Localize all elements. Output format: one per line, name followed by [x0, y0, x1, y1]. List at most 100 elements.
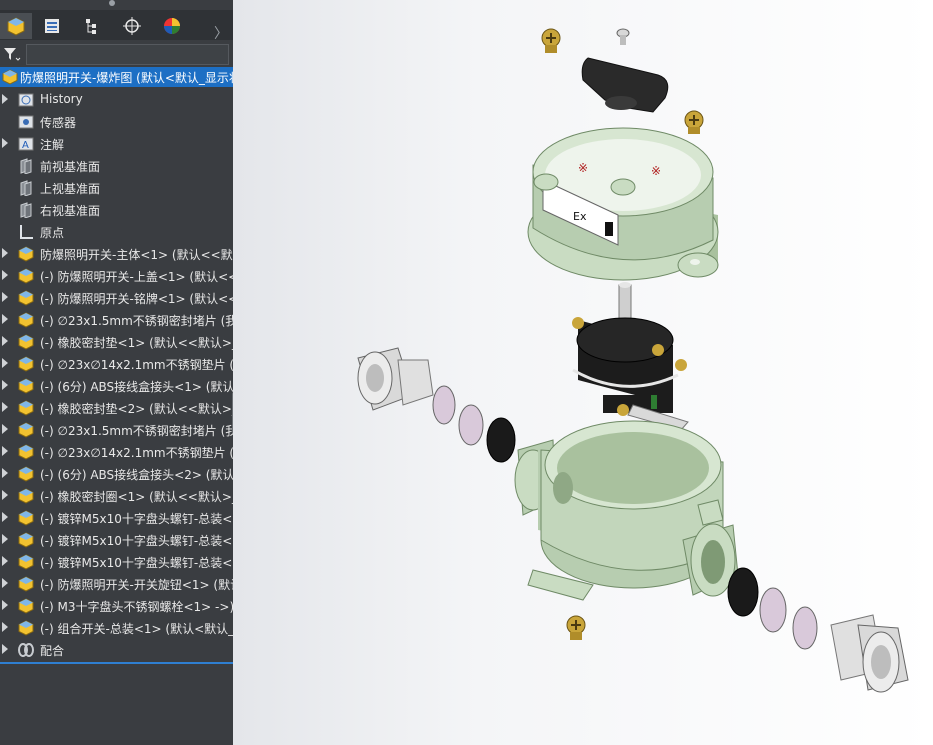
tree-item[interactable]: (-) ∅23x1.5mm不锈钢密封堵片 (我: [0, 419, 233, 441]
tree-item-label: (-) 镀锌M5x10十字盘头螺钉-总装<: [40, 534, 233, 548]
tree-item[interactable]: (-) ∅23x1.5mm不锈钢密封堵片 (我: [0, 309, 233, 331]
expand-arrow-icon[interactable]: [2, 314, 8, 324]
seal-plug-left[interactable]: [486, 417, 516, 463]
tree-item[interactable]: History: [0, 89, 233, 111]
tree-item-label: (-) 橡胶密封圈<1> (默认<<默认>_: [40, 490, 233, 504]
expand-arrow-icon[interactable]: [2, 600, 8, 610]
expand-arrow-icon[interactable]: [2, 578, 8, 588]
expand-arrow-icon[interactable]: [2, 138, 8, 148]
feature-manager-panel: 〉 防爆照明开关-爆炸图 (默认<默认_显示状 History 传感器 A 注解 前视基…: [0, 0, 233, 745]
tree-item[interactable]: (-) 橡胶密封垫<2> (默认<<默认>_: [0, 397, 233, 419]
tree-item[interactable]: (-) 镀锌M5x10十字盘头螺钉-总装<: [0, 551, 233, 573]
display-manager-icon: [164, 18, 180, 34]
expand-arrow-icon[interactable]: [2, 270, 8, 280]
tree-item[interactable]: (-) 镀锌M5x10十字盘头螺钉-总装<: [0, 507, 233, 529]
nameplate-mark: Ex: [573, 210, 587, 223]
screw-bottom[interactable]: [566, 615, 586, 640]
steel-washer-right[interactable]: [759, 587, 787, 633]
tree-item[interactable]: (-) 组合开关-总装<1> (默认<默认_: [0, 617, 233, 639]
display-manager-tab[interactable]: [156, 13, 188, 39]
switch-assembly[interactable]: [572, 282, 689, 431]
expand-arrow-icon[interactable]: [2, 556, 8, 566]
tree-item[interactable]: (-) ∅23x∅14x2.1mm不锈钢垫片 (: [0, 441, 233, 463]
tree-item[interactable]: 传感器: [0, 111, 233, 133]
graphics-viewport[interactable]: ※ ※ Ex: [233, 0, 933, 745]
configuration-manager-tab[interactable]: [76, 13, 108, 39]
part-icon: [18, 246, 35, 262]
tree-item[interactable]: 前视基准面: [0, 155, 233, 177]
tree-item-label: (-) (6分) ABS接线盒接头<1> (默认: [40, 380, 233, 394]
screw-top-left[interactable]: [541, 28, 561, 53]
tree-item[interactable]: 右视基准面: [0, 199, 233, 221]
switch-body[interactable]: [514, 420, 739, 601]
tree-item-label: 传感器: [40, 116, 77, 130]
more-tabs-chevron-icon[interactable]: 〉: [214, 23, 228, 43]
manager-tabs: 〉: [0, 10, 233, 43]
feature-manager-tab[interactable]: [0, 13, 32, 39]
annotation-icon: A: [18, 136, 35, 152]
tree-item[interactable]: (-) 橡胶密封垫<1> (默认<<默认>_: [0, 331, 233, 353]
tree-item-label: (-) 镀锌M5x10十字盘头螺钉-总装<: [40, 512, 233, 526]
property-manager-tab[interactable]: [36, 13, 68, 39]
abs-connector-right[interactable]: [830, 614, 909, 693]
tree-item[interactable]: (-) 橡胶密封圈<1> (默认<<默认>_: [0, 485, 233, 507]
part-icon: [18, 312, 35, 328]
upper-cover[interactable]: ※ ※ Ex: [527, 127, 719, 281]
switch-knob[interactable]: [581, 57, 669, 113]
tree-item[interactable]: (-) ∅23x∅14x2.1mm不锈钢垫片 (: [0, 353, 233, 375]
mates-icon: [18, 642, 35, 658]
part-icon: [18, 356, 35, 372]
tree-bottom-divider: [0, 662, 233, 664]
part-icon: [18, 554, 35, 570]
panel-grip[interactable]: [109, 0, 115, 6]
expand-arrow-icon[interactable]: [2, 490, 8, 500]
exploded-view-model[interactable]: ※ ※ Ex: [233, 0, 933, 745]
expand-arrow-icon[interactable]: [2, 468, 8, 478]
expand-arrow-icon[interactable]: [2, 94, 8, 104]
expand-arrow-icon[interactable]: [2, 380, 8, 390]
rubber-gasket-right[interactable]: [792, 606, 818, 650]
rubber-gasket-left[interactable]: [432, 385, 456, 425]
tree-item[interactable]: (-) (6分) ABS接线盒接头<2> (默认: [0, 463, 233, 485]
tree-item[interactable]: 上视基准面: [0, 177, 233, 199]
screw-m3-small[interactable]: [616, 28, 630, 45]
tree-item[interactable]: (-) 防爆照明开关-开关旋钮<1> (默认: [0, 573, 233, 595]
expand-arrow-icon[interactable]: [2, 622, 8, 632]
steel-washer-left[interactable]: [458, 404, 484, 446]
filter-input[interactable]: [26, 44, 229, 65]
tree-item-label: 右视基准面: [40, 204, 101, 218]
tree-item[interactable]: 原点: [0, 221, 233, 243]
tree-item[interactable]: (-) M3十字盘头不锈钢螺栓<1> ->): [0, 595, 233, 617]
seal-plug-right[interactable]: [727, 567, 759, 617]
expand-arrow-icon[interactable]: [2, 248, 8, 258]
expand-arrow-icon[interactable]: [2, 336, 8, 346]
tree-item[interactable]: (-) 防爆照明开关-上盖<1> (默认<<: [0, 265, 233, 287]
expand-arrow-icon[interactable]: [2, 402, 8, 412]
tree-item[interactable]: (-) (6分) ABS接线盒接头<1> (默认: [0, 375, 233, 397]
expand-arrow-icon[interactable]: [2, 292, 8, 302]
part-icon: [18, 422, 35, 438]
history-icon: [18, 92, 35, 108]
tree-item[interactable]: A 注解: [0, 133, 233, 155]
tree-item[interactable]: (-) 镀锌M5x10十字盘头螺钉-总装<: [0, 529, 233, 551]
screw-top-right[interactable]: [684, 110, 704, 134]
property-manager-icon: [45, 19, 59, 33]
expand-arrow-icon[interactable]: [2, 446, 8, 456]
tree-root-assembly[interactable]: 防爆照明开关-爆炸图 (默认<默认_显示状: [0, 67, 233, 87]
part-icon: [18, 378, 35, 394]
tree-item[interactable]: 防爆照明开关-主体<1> (默认<<默认: [0, 243, 233, 265]
tree-item[interactable]: 配合: [0, 639, 233, 661]
configuration-manager-icon: [86, 19, 96, 34]
expand-arrow-icon[interactable]: [2, 358, 8, 368]
filter-icon[interactable]: [3, 46, 21, 62]
dimxpert-tab[interactable]: [116, 13, 148, 39]
dimxpert-icon: [123, 17, 141, 35]
abs-connector-left[interactable]: [357, 347, 434, 411]
plane-icon: [18, 202, 35, 219]
part-icon: [18, 576, 35, 592]
expand-arrow-icon[interactable]: [2, 512, 8, 522]
tree-item[interactable]: (-) 防爆照明开关-铭牌<1> (默认<<: [0, 287, 233, 309]
expand-arrow-icon[interactable]: [2, 534, 8, 544]
expand-arrow-icon[interactable]: [2, 644, 8, 654]
expand-arrow-icon[interactable]: [2, 424, 8, 434]
